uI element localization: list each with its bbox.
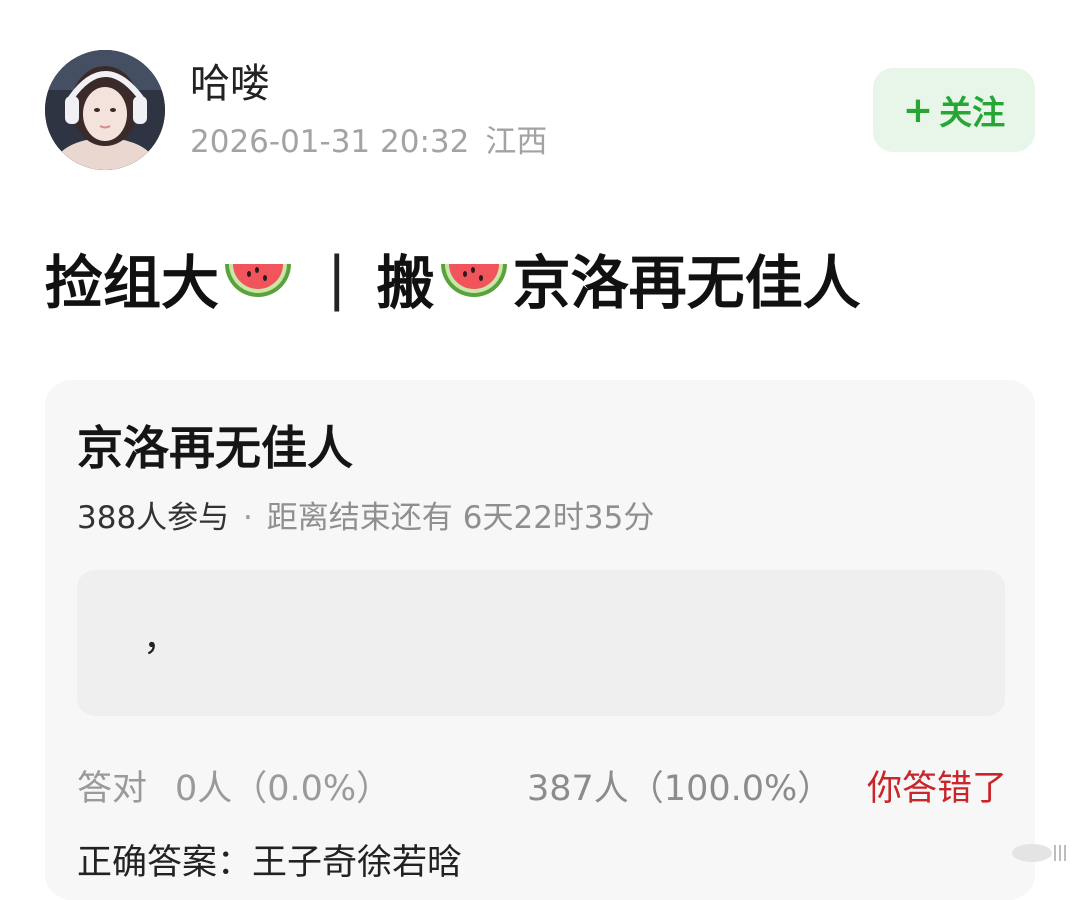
result-row: 答对 0人（0.0%） 387人（100.0%） 你答错了: [77, 764, 1007, 814]
plus-icon: +: [902, 89, 934, 131]
post-datetime: 2026-01-31 20:32: [190, 124, 470, 160]
post-location: 江西: [485, 124, 548, 160]
correct-count: 0人（0.0%）: [175, 769, 392, 809]
quiz-title: 京洛再无佳人: [77, 421, 353, 475]
remaining-label: 距离结束还有: [266, 500, 453, 536]
title-part-2: 搬: [376, 249, 435, 317]
post-header: 哈喽 2026-01-31 20:32 江西 + 关注: [0, 0, 1080, 200]
watermelon-icon: [225, 264, 292, 297]
remaining-time: 6天22时35分: [462, 500, 655, 536]
stats-dot: ·: [243, 500, 253, 536]
wrong-status: 你答错了: [866, 769, 1007, 809]
quiz-card[interactable]: 京洛再无佳人 388人参与 · 距离结束还有 6天22时35分 ， 答对 0人（0…: [45, 380, 1035, 900]
watermelon-icon: [440, 264, 507, 297]
avatar[interactable]: [45, 50, 165, 170]
answer-box: ，: [77, 570, 1005, 716]
scroll-handle-icon[interactable]: [1010, 840, 1070, 866]
quiz-stats: 388人参与 · 距离结束还有 6天22时35分: [77, 496, 654, 540]
wrong-count: 387人（100.0%）: [527, 769, 833, 809]
correct-answer-label: 正确答案：: [77, 843, 253, 883]
correct-answer-value: 王子奇徐若晗: [252, 843, 463, 883]
follow-label: 关注: [939, 93, 1006, 132]
author-name[interactable]: 哈喽: [190, 58, 270, 110]
follow-button[interactable]: + 关注: [873, 68, 1035, 152]
post-meta: 2026-01-31 20:32 江西: [190, 120, 547, 164]
answer-text: ，: [143, 618, 180, 659]
avatar-photo-icon: [45, 50, 165, 170]
participant-count: 388人参与: [77, 500, 230, 536]
title-separator: |: [327, 244, 347, 312]
title-part-1: 捡组大: [45, 249, 220, 317]
correct-label: 答对: [77, 769, 148, 809]
post-title: 捡组大 | 搬 京洛再无佳人: [45, 236, 861, 320]
title-part-3: 京洛再无佳人: [512, 249, 861, 317]
